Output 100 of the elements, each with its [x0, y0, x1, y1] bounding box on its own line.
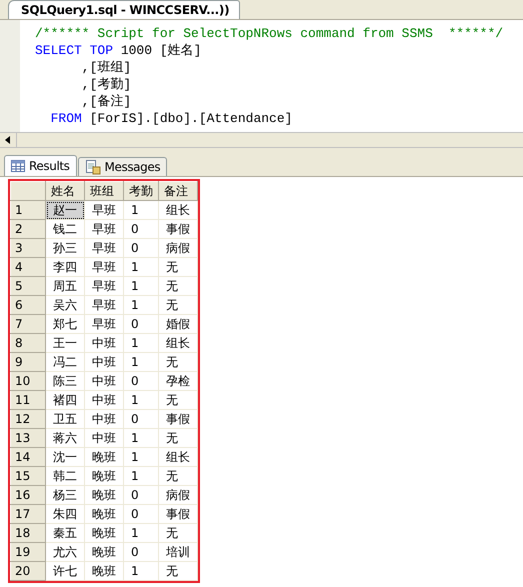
table-cell: 组长	[158, 334, 198, 352]
row-number[interactable]: 4	[10, 258, 46, 276]
table-cell: 0	[124, 486, 158, 504]
row-number[interactable]: 12	[10, 410, 46, 428]
row-number[interactable]: 1	[10, 200, 46, 220]
table-cell: 沈一	[46, 448, 84, 466]
table-cell: 1	[124, 524, 158, 542]
table-cell: 无	[158, 296, 198, 314]
left-arrow-icon	[5, 136, 11, 144]
row-number[interactable]: 20	[10, 562, 46, 580]
table-cell: 晚班	[84, 504, 124, 524]
column-header[interactable]: 考勤	[124, 182, 158, 200]
row-number[interactable]: 18	[10, 524, 46, 542]
code-line: ,[考勤]	[80, 76, 132, 94]
table-cell: 1	[124, 448, 158, 466]
table-cell: 钱二	[46, 220, 84, 238]
table-cell: 无	[158, 258, 198, 276]
table-cell: 赵一	[46, 200, 84, 220]
table-cell: 晚班	[84, 524, 124, 542]
editor-tab[interactable]: SQLQuery1.sql - WINCCSERV...))	[8, 0, 240, 20]
results-tab[interactable]: Results	[4, 155, 77, 176]
grid-corner	[10, 182, 46, 200]
code-line: /****** Script for SelectTopNRows command from SSMS ******/	[35, 25, 504, 42]
code-line: ,[备注]	[80, 93, 132, 110]
row-number[interactable]: 8	[10, 334, 46, 352]
row-number[interactable]: 10	[10, 372, 46, 390]
table-cell: 组长	[158, 200, 198, 220]
table-cell: 无	[158, 428, 198, 448]
table-cell: 陈三	[46, 372, 84, 390]
table-cell: 1	[124, 276, 158, 296]
table-cell: 中班	[84, 428, 124, 448]
table-cell: 许七	[46, 562, 84, 580]
table-cell: 王一	[46, 334, 84, 352]
column-header[interactable]: 姓名	[46, 182, 84, 200]
table-cell: 孕检	[158, 372, 198, 390]
table-icon	[11, 160, 25, 172]
row-number[interactable]: 14	[10, 448, 46, 466]
row-number[interactable]: 3	[10, 238, 46, 258]
table-cell: 杨三	[46, 486, 84, 504]
row-number[interactable]: 17	[10, 504, 46, 524]
table-cell: 事假	[158, 504, 198, 524]
table-cell: 无	[158, 352, 198, 372]
table-cell: 0	[124, 238, 158, 258]
table-cell: 晚班	[84, 542, 124, 562]
table-cell: 晚班	[84, 486, 124, 504]
table-cell: 1	[124, 428, 158, 448]
table-cell: 婚假	[158, 314, 198, 334]
table-cell: 吴六	[46, 296, 84, 314]
table-cell: 孙三	[46, 238, 84, 258]
horizontal-scrollbar[interactable]	[0, 132, 523, 148]
table-cell: 0	[124, 504, 158, 524]
row-number[interactable]: 9	[10, 352, 46, 372]
row-number[interactable]: 16	[10, 486, 46, 504]
table-cell: 早班	[84, 238, 124, 258]
code-line: ,[班组]	[80, 59, 132, 76]
column-header[interactable]: 班组	[84, 182, 124, 200]
table-cell: 褚四	[46, 390, 84, 410]
table-cell: 李四	[46, 258, 84, 276]
table-cell: 1	[124, 258, 158, 276]
table-cell: 中班	[84, 372, 124, 390]
row-number[interactable]: 11	[10, 390, 46, 410]
table-cell: 周五	[46, 276, 84, 296]
table-cell: 0	[124, 372, 158, 390]
table-cell: 早班	[84, 314, 124, 334]
results-tab[interactable]: Messages	[78, 157, 168, 176]
table-cell: 1	[124, 334, 158, 352]
row-number[interactable]: 13	[10, 428, 46, 448]
table-cell: 0	[124, 314, 158, 334]
table-cell: 无	[158, 390, 198, 410]
table-cell: 秦五	[46, 524, 84, 542]
table-cell: 朱四	[46, 504, 84, 524]
table-cell: 培训	[158, 542, 198, 562]
table-cell: 0	[124, 410, 158, 428]
table-cell: 卫五	[46, 410, 84, 428]
table-cell: 事假	[158, 220, 198, 238]
row-number[interactable]: 15	[10, 466, 46, 486]
row-number[interactable]: 7	[10, 314, 46, 334]
table-cell: 早班	[84, 220, 124, 238]
table-cell: 早班	[84, 200, 124, 220]
table-cell: 冯二	[46, 352, 84, 372]
table-cell: 晚班	[84, 448, 124, 466]
table-cell: 中班	[84, 352, 124, 372]
table-cell: 晚班	[84, 466, 124, 486]
table-cell: 1	[124, 562, 158, 580]
table-cell: 组长	[158, 448, 198, 466]
row-number[interactable]: 2	[10, 220, 46, 238]
table-cell: 尤六	[46, 542, 84, 562]
column-header[interactable]: 备注	[158, 182, 198, 200]
table-cell: 0	[124, 542, 158, 562]
code-line: FROM [ForIS].[dbo].[Attendance]	[50, 110, 294, 128]
table-cell: 1	[124, 466, 158, 486]
row-number[interactable]: 19	[10, 542, 46, 562]
table-cell: 蒋六	[46, 428, 84, 448]
table-cell: 早班	[84, 258, 124, 276]
row-number[interactable]: 5	[10, 276, 46, 296]
table-cell: 无	[158, 466, 198, 486]
table-cell: 无	[158, 562, 198, 580]
table-cell: 事假	[158, 410, 198, 428]
row-number[interactable]: 6	[10, 296, 46, 314]
table-cell: 早班	[84, 296, 124, 314]
